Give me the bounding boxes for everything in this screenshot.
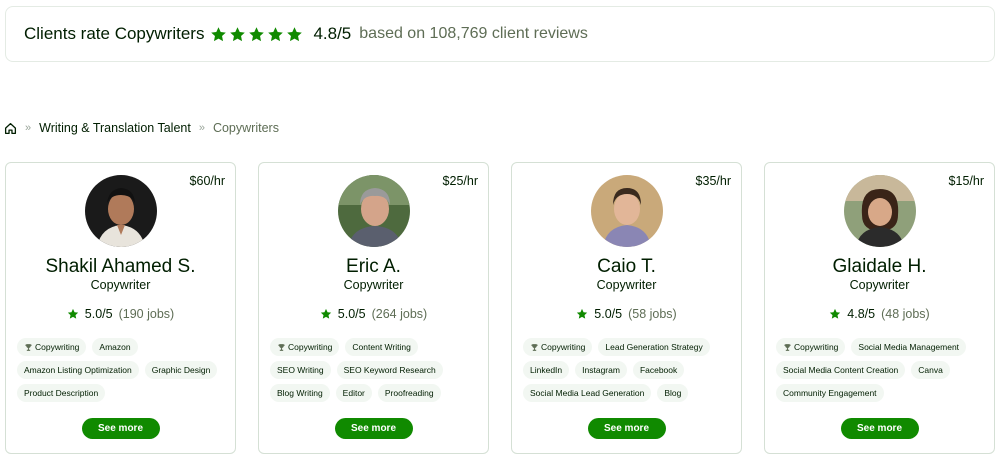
skill-tag[interactable]: Copywriting (270, 338, 340, 356)
jobs-count: (190 jobs) (118, 307, 175, 321)
star-icon (576, 308, 594, 320)
star-icon (268, 26, 284, 41)
freelancer-role: Copywriter (849, 278, 910, 292)
freelancer-name[interactable]: Glaidale H. (765, 256, 994, 278)
freelancer-name[interactable]: Eric A. (259, 256, 488, 278)
freelancer-role: Copywriter (596, 278, 657, 292)
freelancer-cards: $60/hr Shakil Ahamed S. Copywriter 5.0/5… (5, 162, 996, 454)
freelancer-card[interactable]: $25/hr Eric A. Copywriter 5.0/5 (264 job… (258, 162, 489, 454)
rating-banner: Clients rate Copywriters 4.8/5 based on … (5, 6, 995, 62)
skill-tag[interactable]: Blog (657, 384, 689, 402)
skill-list: Copywriting Content Writing SEO Writing … (270, 338, 480, 402)
home-icon[interactable] (4, 122, 17, 135)
rating-score: 5.0/5 (594, 307, 623, 321)
skill-tag[interactable]: Graphic Design (144, 361, 218, 379)
skill-label: Copywriting (288, 342, 333, 352)
banner-stars (210, 26, 305, 43)
breadcrumb-copywriters: Copywriters (212, 121, 279, 135)
trophy-icon (783, 343, 794, 352)
star-icon (829, 308, 847, 320)
skill-label: Copywriting (35, 342, 80, 352)
breadcrumb-separator: » (25, 122, 32, 134)
freelancer-role: Copywriter (90, 278, 151, 292)
star-icon (249, 26, 265, 41)
hourly-rate: $25/hr (442, 174, 478, 188)
skill-tag[interactable]: Canva (911, 361, 950, 379)
freelancer-rating: 5.0/5 (190 jobs) (6, 307, 235, 321)
hourly-rate: $35/hr (695, 174, 731, 188)
skill-tag[interactable]: Community Engagement (776, 384, 884, 402)
freelancer-role: Copywriter (343, 278, 404, 292)
skill-tag[interactable]: Content Writing (345, 338, 418, 356)
see-more-button[interactable]: See more (587, 418, 666, 439)
skill-tag[interactable]: Social Media Management (851, 338, 967, 356)
see-more-button[interactable]: See more (840, 418, 919, 439)
freelancer-name[interactable]: Shakil Ahamed S. (6, 256, 235, 278)
skill-tag[interactable]: Amazon (92, 338, 138, 356)
avatar[interactable] (337, 175, 410, 247)
breadcrumb-writing-translation[interactable]: Writing & Translation Talent (39, 121, 191, 135)
trophy-icon (24, 343, 35, 352)
star-icon (320, 308, 338, 320)
skill-tag[interactable]: SEO Writing (270, 361, 331, 379)
freelancer-card[interactable]: $35/hr Caio T. Copywriter 5.0/5 (58 jobs… (511, 162, 742, 454)
rating-score: 5.0/5 (84, 307, 113, 321)
skill-label: Copywriting (541, 342, 586, 352)
see-more-button[interactable]: See more (334, 418, 413, 439)
jobs-count: (48 jobs) (881, 307, 930, 321)
hourly-rate: $15/hr (948, 174, 984, 188)
skill-tag[interactable]: Product Description (17, 384, 106, 402)
banner-reviews: based on 108,769 client reviews (359, 25, 588, 42)
skill-tag[interactable]: Copywriting (17, 338, 87, 356)
avatar[interactable] (843, 175, 916, 247)
skill-tag[interactable]: Lead Generation Strategy (598, 338, 710, 356)
skill-tag[interactable]: Social Media Content Creation (776, 361, 906, 379)
trophy-icon (277, 343, 288, 352)
star-icon (67, 308, 85, 320)
star-icon (230, 26, 246, 41)
skill-tag[interactable]: SEO Keyword Research (336, 361, 443, 379)
freelancer-card[interactable]: $15/hr Glaidale H. Copywriter 4.8/5 (48 … (764, 162, 995, 454)
jobs-count: (264 jobs) (371, 307, 428, 321)
skill-tag[interactable]: Copywriting (776, 338, 846, 356)
breadcrumb: » Writing & Translation Talent » Copywri… (4, 120, 279, 136)
skill-tag[interactable]: Copywriting (523, 338, 593, 356)
skill-tag[interactable]: LinkedIn (523, 361, 570, 379)
rating-score: 5.0/5 (337, 307, 366, 321)
skill-tag[interactable]: Instagram (575, 361, 627, 379)
skill-tag[interactable]: Amazon Listing Optimization (17, 361, 139, 379)
avatar[interactable] (590, 175, 663, 247)
star-icon (211, 26, 227, 41)
freelancer-rating: 4.8/5 (48 jobs) (765, 307, 994, 321)
jobs-count: (58 jobs) (628, 307, 677, 321)
banner-title: Clients rate Copywriters (24, 24, 205, 43)
star-icon (287, 26, 303, 41)
rating-score: 4.8/5 (847, 307, 876, 321)
skill-label: Copywriting (794, 342, 839, 352)
skill-list: Copywriting Amazon Amazon Listing Optimi… (17, 338, 227, 402)
freelancer-rating: 5.0/5 (264 jobs) (259, 307, 488, 321)
avatar[interactable] (84, 175, 157, 247)
trophy-icon (530, 343, 541, 352)
freelancer-rating: 5.0/5 (58 jobs) (512, 307, 741, 321)
banner-score: 4.8/5 (313, 24, 352, 43)
skill-tag[interactable]: Facebook (632, 361, 685, 379)
hourly-rate: $60/hr (189, 174, 225, 188)
breadcrumb-separator: » (198, 122, 205, 134)
skill-tag[interactable]: Social Media Lead Generation (523, 384, 652, 402)
skill-list: Copywriting Social Media Management Soci… (776, 338, 986, 402)
skill-list: Copywriting Lead Generation Strategy Lin… (523, 338, 733, 402)
freelancer-card[interactable]: $60/hr Shakil Ahamed S. Copywriter 5.0/5… (5, 162, 236, 454)
skill-tag[interactable]: Editor (335, 384, 372, 402)
skill-tag[interactable]: Blog Writing (270, 384, 330, 402)
freelancer-name[interactable]: Caio T. (512, 256, 741, 278)
skill-tag[interactable]: Proofreading (377, 384, 441, 402)
see-more-button[interactable]: See more (81, 418, 160, 439)
